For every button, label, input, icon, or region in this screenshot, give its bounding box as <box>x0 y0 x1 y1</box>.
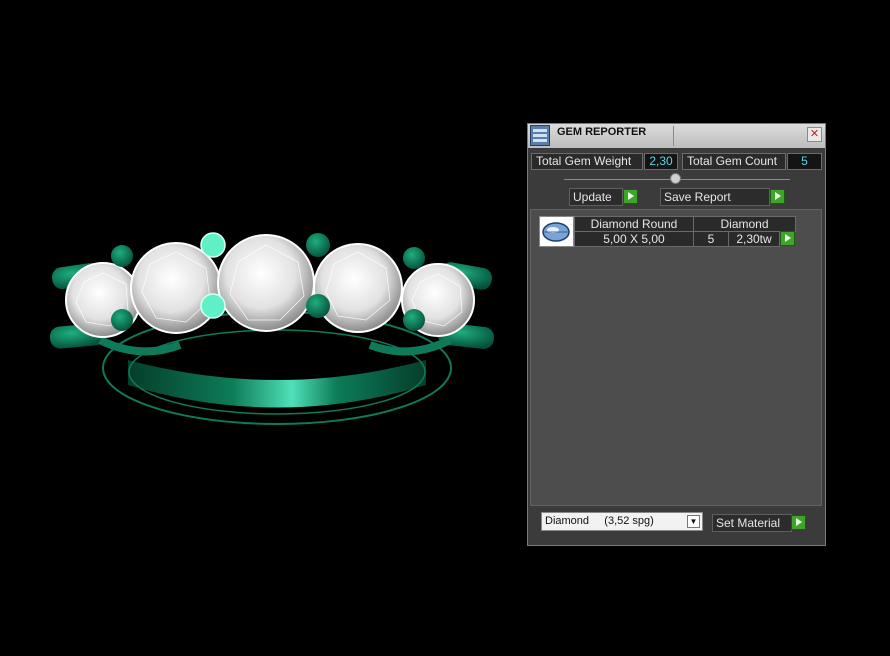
gem-reporter-icon <box>530 125 550 146</box>
update-button[interactable]: Update <box>569 188 623 206</box>
gem-name: Diamond Round <box>574 216 694 232</box>
set-material-button[interactable]: Set Material <box>712 514 792 532</box>
set-material-button-label: Set Material <box>716 516 781 530</box>
gem-reporter-panel: GEM REPORTER ✕ Total Gem Weight 2,30 Tot… <box>527 123 826 546</box>
total-weight-value: 2,30 <box>644 153 678 170</box>
gem-thumbnail <box>539 216 574 247</box>
gem-count: 5 <box>693 231 729 247</box>
save-report-button-label: Save Report <box>664 190 731 204</box>
title-divider <box>673 126 674 146</box>
close-icon[interactable]: ✕ <box>807 127 822 142</box>
save-report-button[interactable]: Save Report <box>660 188 770 206</box>
gem-weight: 2,30tw <box>728 231 780 247</box>
material-select[interactable]: Diamond (3,52 spg) ▼ <box>541 512 703 531</box>
gem-list[interactable]: Diamond Round Diamond 5,00 X 5,00 5 2,30… <box>530 209 822 506</box>
set-material-go-icon[interactable] <box>791 515 806 530</box>
total-count-label: Total Gem Count <box>682 153 786 170</box>
total-weight-label: Total Gem Weight <box>531 153 643 170</box>
gem-row-go-icon[interactable] <box>780 231 795 246</box>
panel-slider-handle[interactable] <box>670 173 681 184</box>
material-select-value: Diamond (3,52 spg) <box>545 515 654 527</box>
gem-size: 5,00 X 5,00 <box>574 231 694 247</box>
chevron-down-icon[interactable]: ▼ <box>687 515 700 528</box>
panel-title: GEM REPORTER <box>557 126 647 138</box>
save-report-go-icon[interactable] <box>770 189 785 204</box>
gem-material: Diamond <box>693 216 796 232</box>
update-button-label: Update <box>573 190 612 204</box>
panel-titlebar[interactable]: GEM REPORTER ✕ <box>528 124 825 148</box>
update-go-icon[interactable] <box>623 189 638 204</box>
total-count-value: 5 <box>787 153 822 170</box>
